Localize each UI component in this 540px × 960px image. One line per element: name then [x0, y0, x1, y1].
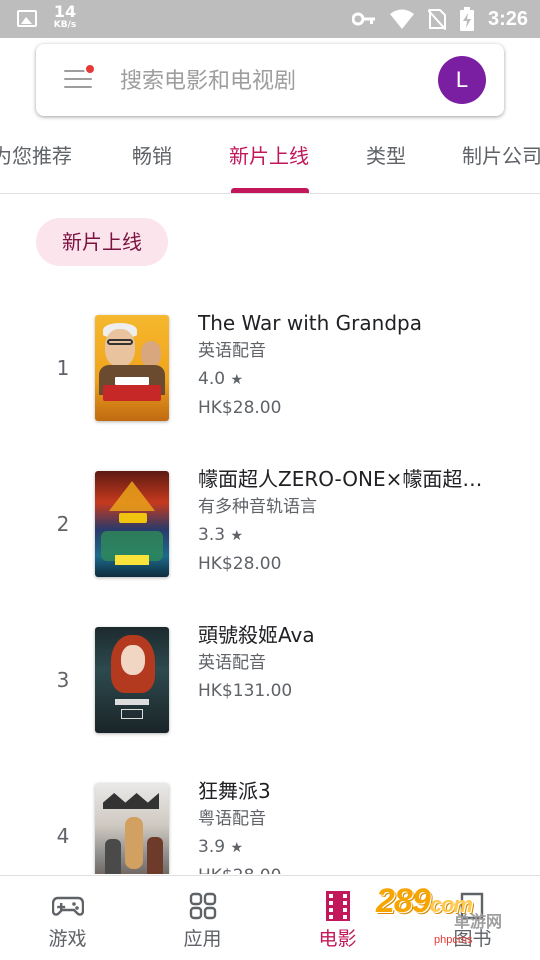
- movie-rank: 4: [56, 824, 70, 848]
- movie-list-item[interactable]: 1 The War with Grandpa 英语配音 4.0 ★ HK$28.…: [0, 290, 540, 446]
- tab-new-releases[interactable]: 新片上线: [229, 128, 309, 194]
- network-speed-value: 14: [53, 2, 77, 21]
- play-store-screen: 14 KB/s 3:26 L 为您推荐 畅销: [0, 0, 540, 960]
- clock: 3:26: [487, 7, 528, 30]
- movie-audio-language: 有多种音轨语言: [198, 497, 317, 517]
- filter-chip-new-releases[interactable]: 新片上线: [36, 218, 168, 266]
- movie-poster[interactable]: [95, 471, 169, 577]
- no-sim-icon: [427, 8, 446, 30]
- tab-top-selling[interactable]: 畅销: [132, 128, 172, 194]
- movie-info: 狂舞派3 粤语配音 3.9 ★ HK$28.00: [198, 777, 498, 874]
- battery-charging-icon: [459, 7, 474, 31]
- movie-poster[interactable]: [95, 627, 169, 733]
- movie-rating-value: 3.3: [198, 525, 226, 545]
- site-watermark: 289com 单游网 phpcms: [376, 880, 520, 950]
- movie-poster[interactable]: [95, 783, 169, 874]
- movie-info: The War with Grandpa 英语配音 4.0 ★ HK$28.00: [198, 309, 498, 422]
- gamepad-icon: [51, 890, 84, 922]
- movie-audio-language: 英语配音: [198, 341, 266, 361]
- movie-rating: 4.0 ★: [198, 365, 498, 394]
- movie-rating: 3.9 ★: [198, 833, 498, 862]
- movie-rank: 1: [56, 356, 70, 380]
- movie-price: HK$28.00: [198, 398, 282, 418]
- movie-title: 幪面超人ZERO-ONE×幪面超人…: [198, 467, 498, 491]
- movie-audio-language: 英语配音: [198, 653, 266, 673]
- tab-recommended[interactable]: 为您推荐: [0, 128, 72, 194]
- search-input[interactable]: [120, 66, 420, 96]
- nav-games[interactable]: 游戏: [0, 876, 135, 960]
- movie-price: HK$28.00: [198, 862, 498, 874]
- movie-title: 狂舞派3: [198, 779, 271, 803]
- tab-genres[interactable]: 类型: [366, 128, 406, 194]
- movie-film-icon: [322, 890, 354, 922]
- nav-apps[interactable]: 应用: [135, 876, 270, 960]
- key-icon: [351, 12, 376, 26]
- nav-apps-label: 应用: [183, 928, 222, 950]
- watermark-net-label: 单游网: [454, 912, 503, 931]
- nav-games-label: 游戏: [48, 928, 87, 950]
- notification-dot: [84, 63, 96, 75]
- movie-list: 1 The War with Grandpa 英语配音 4.0 ★ HK$28.…: [0, 290, 540, 874]
- network-speed-unit: KB/s: [53, 20, 77, 30]
- account-avatar[interactable]: L: [438, 56, 486, 104]
- star-icon: ★: [230, 372, 244, 388]
- movie-price: HK$28.00: [198, 554, 282, 574]
- movie-poster[interactable]: [95, 315, 169, 421]
- movie-title: The War with Grandpa: [198, 311, 422, 335]
- category-tabs: 为您推荐 畅销 新片上线 类型 制片公司: [0, 128, 540, 194]
- status-bar: 14 KB/s 3:26: [0, 0, 540, 38]
- gallery-icon: [17, 10, 37, 27]
- movie-rating: 3.3 ★: [198, 521, 498, 550]
- network-speed: 14 KB/s: [50, 4, 80, 30]
- movie-rating-value: 3.9: [198, 837, 226, 857]
- search-bar[interactable]: L: [36, 44, 504, 116]
- apps-grid-icon: [187, 890, 219, 922]
- wifi-icon: [389, 9, 414, 29]
- status-icons: 3:26: [351, 0, 528, 38]
- movie-info: 頭號殺姬Ava 英语配音 HK$131.00: [198, 621, 498, 705]
- movie-rank: 3: [56, 668, 70, 692]
- movie-list-item[interactable]: 3 頭號殺姬Ava 英语配音 HK$131.00: [0, 602, 540, 758]
- watermark-small-text: phpcms: [434, 934, 473, 946]
- movie-rating-value: 4.0: [198, 369, 226, 389]
- movie-list-item[interactable]: 4 狂舞派3 粤语配音 3.9 ★ HK$28.00: [0, 758, 540, 874]
- movie-list-item[interactable]: 2 幪面超人ZERO-ONE×幪面超人… 有多种音轨语言 3.3 ★ HK$28…: [0, 446, 540, 602]
- movie-title: 頭號殺姬Ava: [198, 623, 315, 647]
- movie-info: 幪面超人ZERO-ONE×幪面超人… 有多种音轨语言 3.3 ★ HK$28.0…: [198, 465, 498, 578]
- watermark-number: 289: [376, 882, 431, 920]
- tab-studios[interactable]: 制片公司: [462, 128, 540, 194]
- movie-rank: 2: [56, 512, 70, 536]
- active-tab-indicator: [231, 188, 309, 193]
- star-icon: ★: [230, 840, 244, 856]
- star-icon: ★: [230, 528, 244, 544]
- movie-audio-language: 粤语配音: [198, 809, 266, 829]
- movie-price: HK$131.00: [198, 681, 293, 701]
